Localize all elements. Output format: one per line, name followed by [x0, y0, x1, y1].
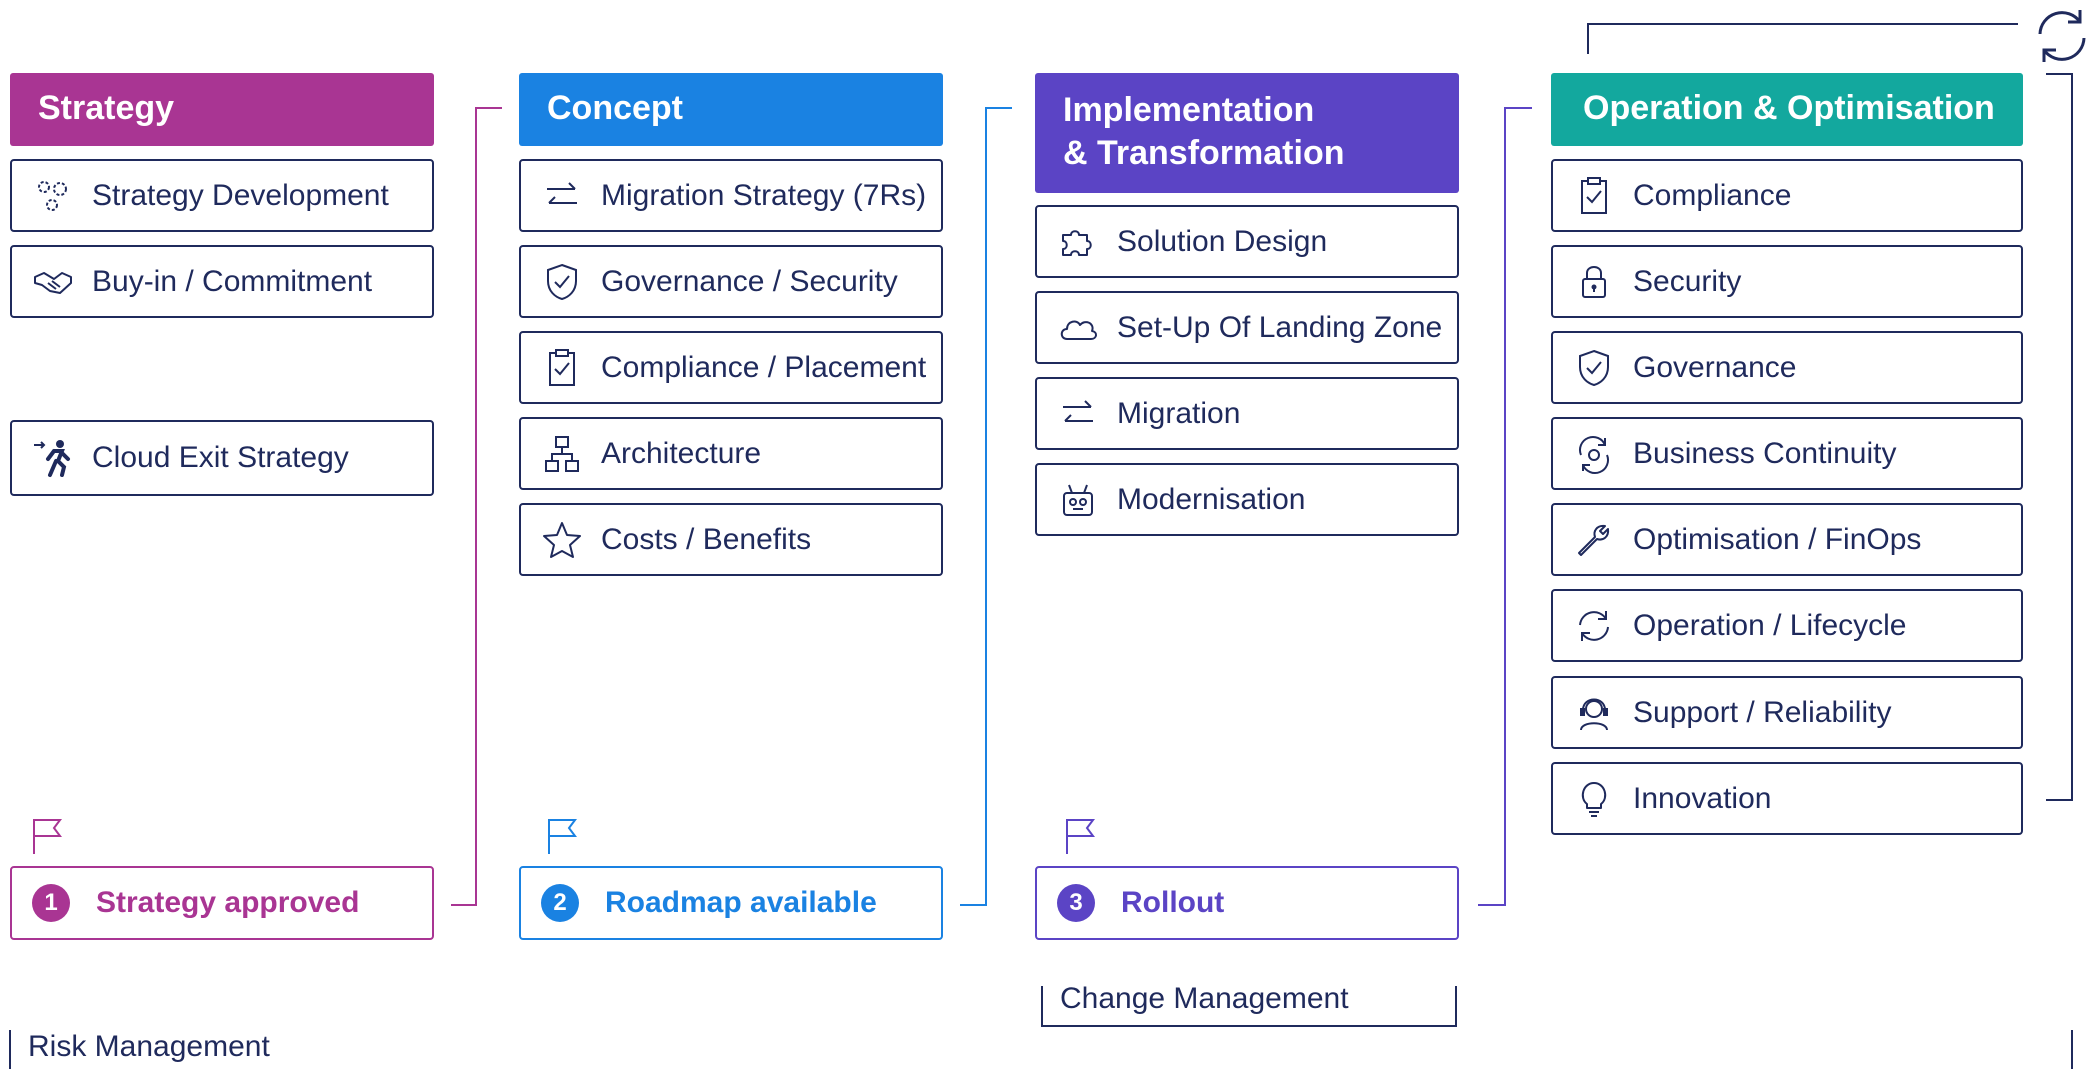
- operation-item-innovation[interactable]: Innovation: [1551, 762, 2023, 835]
- concept-header: Concept: [519, 73, 943, 146]
- gears-icon: [30, 173, 76, 219]
- item-label: Architecture: [601, 436, 762, 470]
- running-exit-icon: [30, 435, 76, 481]
- concept-item-costs-benefits[interactable]: Costs / Benefits: [519, 503, 943, 576]
- implementation-item-migration[interactable]: Migration: [1035, 377, 1459, 450]
- item-label: Optimisation / FinOps: [1633, 522, 1922, 556]
- wrench-icon: [1571, 517, 1617, 563]
- headset-icon: [1571, 690, 1617, 736]
- flag-icon: [33, 819, 62, 854]
- operation-item-security[interactable]: Security: [1551, 245, 2023, 318]
- milestone-number: 3: [1057, 884, 1095, 922]
- operation-header: Operation & Optimisation: [1551, 73, 2023, 146]
- puzzle-icon: [1055, 219, 1101, 265]
- concept-item-governance-security[interactable]: Governance / Security: [519, 245, 943, 318]
- implementation-title-line2: & Transformation: [1063, 134, 1345, 172]
- milestone-strategy-approved: 1 Strategy approved: [10, 866, 434, 940]
- strategy-item-strategy-development[interactable]: Strategy Development: [10, 159, 434, 232]
- operation-item-optimisation-finops[interactable]: Optimisation / FinOps: [1551, 503, 2023, 576]
- implementation-header: Implementation & Transformation: [1035, 73, 1459, 193]
- item-label: Compliance: [1633, 178, 1792, 212]
- concept-item-compliance-placement[interactable]: Compliance / Placement: [519, 331, 943, 404]
- item-label: Governance / Security: [601, 264, 898, 298]
- implementation-item-solution-design[interactable]: Solution Design: [1035, 205, 1459, 278]
- milestone-number: 2: [541, 884, 579, 922]
- item-label: Operation / Lifecycle: [1633, 608, 1907, 642]
- operation-item-support-reliability[interactable]: Support / Reliability: [1551, 676, 2023, 749]
- milestone-rollout: 3 Rollout: [1035, 866, 1459, 940]
- strategy-header: Strategy: [10, 73, 434, 146]
- item-label: Migration: [1117, 396, 1241, 430]
- handshake-icon: [30, 259, 76, 305]
- implementation-item-modernisation[interactable]: Modernisation: [1035, 463, 1459, 536]
- operation-item-business-continuity[interactable]: Business Continuity: [1551, 417, 2023, 490]
- item-label: Buy-in / Commitment: [92, 264, 373, 298]
- shield-check-icon: [539, 259, 585, 305]
- implementation-item-landing-zone[interactable]: Set-Up Of Landing Zone: [1035, 291, 1459, 364]
- cloud-icon: [1055, 305, 1101, 351]
- robot-icon: [1055, 477, 1101, 523]
- strategy-item-buy-in[interactable]: Buy-in / Commitment: [10, 245, 434, 318]
- milestone-label: Rollout: [1121, 886, 1225, 919]
- item-label: Innovation: [1633, 781, 1772, 815]
- milestone-label: Strategy approved: [96, 886, 360, 919]
- item-label: Business Continuity: [1633, 436, 1897, 470]
- item-label: Support / Reliability: [1633, 695, 1892, 729]
- item-label: Governance: [1633, 350, 1797, 384]
- lightbulb-icon: [1571, 776, 1617, 822]
- item-label: Modernisation: [1117, 482, 1306, 516]
- concept-item-architecture[interactable]: Architecture: [519, 417, 943, 490]
- milestone-roadmap-available: 2 Roadmap available: [519, 866, 943, 940]
- clipboard-check-icon: [539, 345, 585, 391]
- operation-item-operation-lifecycle[interactable]: Operation / Lifecycle: [1551, 589, 2023, 662]
- implementation-title-line1: Implementation: [1063, 91, 1315, 129]
- arrows-exchange-icon: [1055, 391, 1101, 437]
- refresh-icon: [1571, 603, 1617, 649]
- risk-management-label: Risk Management: [28, 1030, 270, 1063]
- strategy-item-cloud-exit[interactable]: Cloud Exit Strategy: [10, 420, 434, 496]
- milestone-label: Roadmap available: [605, 886, 877, 919]
- hierarchy-icon: [539, 431, 585, 477]
- item-label: Compliance / Placement: [601, 350, 927, 384]
- clipboard-check-icon: [1571, 173, 1617, 219]
- change-management-label: Change Management: [1060, 982, 1349, 1015]
- item-label: Set-Up Of Landing Zone: [1117, 310, 1443, 344]
- cycle-icon: [2038, 10, 2086, 62]
- concept-item-migration-strategy[interactable]: Migration Strategy (7Rs): [519, 159, 943, 232]
- operation-item-compliance[interactable]: Compliance: [1551, 159, 2023, 232]
- item-label: Migration Strategy (7Rs): [601, 178, 927, 212]
- item-label: Security: [1633, 264, 1742, 298]
- milestone-number: 1: [32, 884, 70, 922]
- item-label: Cloud Exit Strategy: [92, 441, 349, 474]
- lock-icon: [1571, 259, 1617, 305]
- item-label: Solution Design: [1117, 224, 1328, 258]
- item-label: Strategy Development: [92, 178, 389, 212]
- shield-check-icon: [1571, 345, 1617, 391]
- operation-item-governance[interactable]: Governance: [1551, 331, 2023, 404]
- item-label: Costs / Benefits: [601, 522, 812, 556]
- flag-icon: [1066, 819, 1095, 854]
- arrows-exchange-icon: [539, 173, 585, 219]
- flag-icon: [548, 819, 577, 854]
- continuity-icon: [1571, 431, 1617, 477]
- star-icon: [539, 517, 585, 563]
